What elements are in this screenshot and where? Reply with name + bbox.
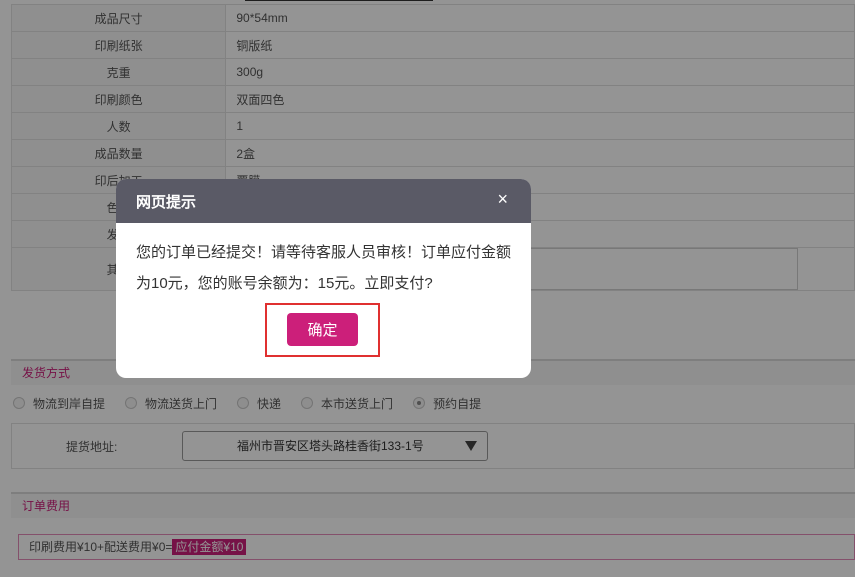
dialog-header: 网页提示 ×	[116, 179, 531, 223]
dialog-title: 网页提示	[136, 194, 197, 211]
close-icon[interactable]: ×	[497, 189, 508, 210]
dialog-message: 您的订单已经提交！请等待客服人员审核！订单应付金额为10元，您的账号余额为：15…	[136, 244, 512, 292]
highlight-box	[265, 303, 380, 357]
